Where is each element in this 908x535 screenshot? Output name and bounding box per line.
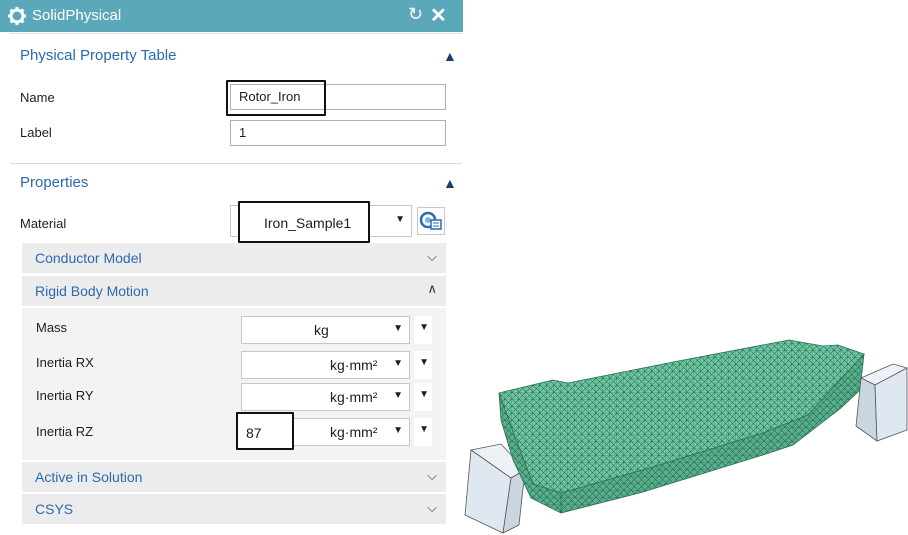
active-in-solution-group[interactable]: Active in Solution ⌵ xyxy=(22,462,446,492)
right-stator-block xyxy=(855,363,908,442)
physical-property-table-header[interactable]: Physical Property Table xyxy=(20,47,176,64)
rigid-body-motion-group[interactable]: Rigid Body Motion ∧ xyxy=(22,276,446,306)
rigid-body-motion-header: Rigid Body Motion xyxy=(35,283,149,299)
mass-menu-button[interactable]: ▼ xyxy=(414,316,432,344)
inertia-rx-field[interactable]: kg·mm² ▼ xyxy=(241,351,410,379)
mass-unit-select[interactable]: kg ▼ xyxy=(241,316,410,344)
chevron-down-icon: ⌵ xyxy=(427,249,437,264)
chevron-up-icon[interactable]: ▲ xyxy=(443,48,457,64)
conductor-model-group[interactable]: Conductor Model ⌵ xyxy=(22,243,446,273)
conductor-model-header: Conductor Model xyxy=(35,250,142,266)
dropdown-arrow-icon: ▼ xyxy=(393,323,403,334)
chevron-down-icon: ⌵ xyxy=(427,500,437,515)
inertia-rz-unit: kg·mm² xyxy=(330,424,378,440)
dropdown-arrow-icon: ▼ xyxy=(419,322,429,333)
csys-group[interactable]: CSYS ⌵ xyxy=(22,494,446,524)
dropdown-arrow-icon: ▼ xyxy=(395,214,405,225)
inertia-ry-field[interactable]: kg·mm² ▼ xyxy=(241,383,410,411)
active-in-solution-header: Active in Solution xyxy=(35,469,143,485)
inertia-rx-unit: kg·mm² xyxy=(330,357,378,373)
chevron-up-icon: ∧ xyxy=(427,281,437,296)
inertia-ry-menu-button[interactable]: ▼ xyxy=(414,383,432,411)
material-label: Material xyxy=(20,216,67,231)
dialog-title: SolidPhysical xyxy=(32,7,122,24)
title-bar: SolidPhysical ↻ ✕ xyxy=(0,0,463,32)
label-field[interactable]: 1 xyxy=(230,120,446,146)
csys-header: CSYS xyxy=(35,501,74,517)
material-library-icon[interactable] xyxy=(417,207,445,235)
inertia-rz-label: Inertia RZ xyxy=(36,424,94,439)
inertia-ry-unit: kg·mm² xyxy=(330,389,378,405)
inertia-ry-label: Inertia RY xyxy=(36,388,94,403)
material-value: Iron_Sample1 xyxy=(264,215,352,231)
label-label: Label xyxy=(20,125,52,140)
dropdown-arrow-icon: ▼ xyxy=(393,358,403,369)
close-icon[interactable]: ✕ xyxy=(430,3,447,28)
properties-header[interactable]: Properties xyxy=(20,174,88,191)
reset-icon[interactable]: ↻ xyxy=(408,4,423,25)
dropdown-arrow-icon: ▼ xyxy=(419,357,429,368)
gear-icon xyxy=(8,7,26,25)
dropdown-arrow-icon: ▼ xyxy=(419,424,429,435)
dropdown-arrow-icon: ▼ xyxy=(393,425,403,436)
solid-physical-dialog: SolidPhysical ↻ ✕ Physical Property Tabl… xyxy=(0,0,463,535)
rotor-mesh xyxy=(498,339,865,514)
mass-unit: kg xyxy=(314,322,329,338)
highlight-box xyxy=(226,80,326,116)
dropdown-arrow-icon: ▼ xyxy=(393,390,403,401)
inertia-rz-menu-button[interactable]: ▼ xyxy=(414,418,432,446)
name-label: Name xyxy=(20,90,55,105)
model-viewport[interactable] xyxy=(463,0,908,535)
divider xyxy=(10,163,462,164)
inertia-rz-value[interactable]: 87 xyxy=(246,425,262,441)
inertia-rx-menu-button[interactable]: ▼ xyxy=(414,351,432,379)
chevron-down-icon: ⌵ xyxy=(427,468,437,483)
inertia-rx-label: Inertia RX xyxy=(36,355,94,370)
chevron-up-icon[interactable]: ▲ xyxy=(443,175,457,191)
highlight-box xyxy=(236,412,294,450)
mass-label: Mass xyxy=(36,320,68,335)
dropdown-arrow-icon: ▼ xyxy=(419,389,429,400)
